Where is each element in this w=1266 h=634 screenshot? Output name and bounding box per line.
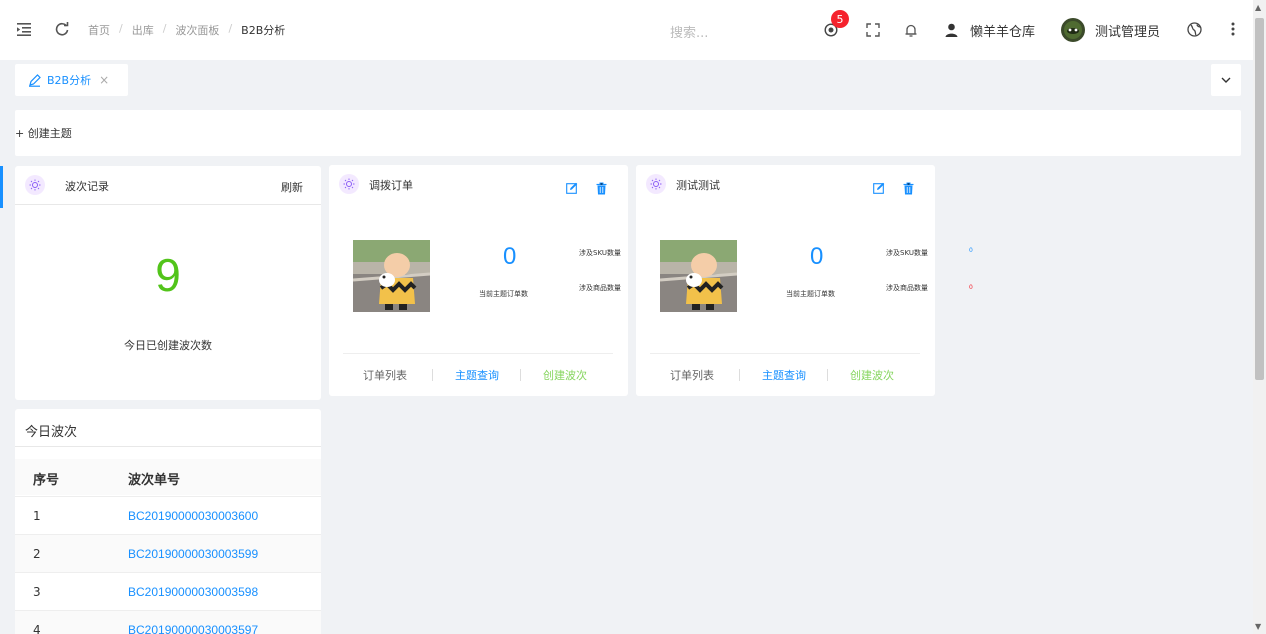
refresh-icon[interactable]	[53, 20, 71, 38]
table-row[interactable]: 2 BC20190000030003599	[15, 534, 321, 572]
tab-b2b-analysis[interactable]: B2B分析 ×	[15, 64, 128, 96]
today-waves-title: 今日波次	[25, 425, 78, 440]
warehouse-name[interactable]: 懒羊羊仓库	[970, 21, 1035, 40]
edit-pen-icon	[28, 73, 41, 87]
row-index: 1	[33, 509, 41, 523]
edit-icon[interactable]	[565, 181, 579, 195]
theme-card-transfer-order: 调拨订单 0 当前主题订单数 涉及SKU数量 涉及商品数量 订单列表 主题查询 …	[329, 165, 628, 396]
create-theme-button[interactable]: + 创建主题	[15, 125, 72, 141]
fullscreen-icon[interactable]	[864, 21, 882, 39]
lightbulb-icon	[25, 175, 45, 195]
divider	[15, 446, 321, 447]
divider	[343, 353, 613, 354]
breadcrumb-wave-panel[interactable]: 波次面板	[175, 22, 219, 38]
order-list-link[interactable]: 订单列表	[670, 367, 714, 383]
order-count-label: 当前主题订单数	[479, 290, 528, 298]
create-wave-link[interactable]: 创建波次	[850, 367, 894, 383]
tab-label: B2B分析	[47, 74, 92, 87]
more-vertical-icon[interactable]	[1225, 20, 1241, 38]
sku-count-label: 涉及SKU数量	[886, 249, 928, 257]
order-count: 0	[810, 243, 824, 270]
notification-badge: 5	[831, 10, 849, 28]
user-icon	[943, 21, 959, 39]
goods-count-value: 0	[969, 284, 973, 291]
tab-close-icon[interactable]: ×	[99, 73, 109, 87]
order-count: 0	[503, 243, 517, 270]
globe-icon[interactable]	[1185, 20, 1203, 38]
goods-count-label: 涉及商品数量	[886, 284, 928, 292]
user-name[interactable]: 测试管理员	[1095, 21, 1160, 40]
wave-code-link[interactable]: BC20190000030003598	[128, 585, 258, 599]
menu-fold-icon[interactable]	[15, 20, 33, 38]
sku-count-value: 0	[969, 247, 973, 254]
divider	[432, 369, 433, 381]
chevron-down-icon[interactable]	[1211, 64, 1241, 96]
wave-count: 9	[155, 249, 181, 301]
avatar[interactable]	[1061, 18, 1085, 42]
create-theme-bar: + 创建主题	[15, 110, 1241, 156]
divider	[15, 204, 321, 205]
order-count-label: 当前主题订单数	[786, 290, 835, 298]
theme-image	[353, 240, 430, 312]
table-row[interactable]: 4 BC20190000030003597	[15, 610, 321, 634]
lightbulb-icon	[646, 174, 666, 194]
search-input[interactable]: 搜索...	[670, 22, 708, 41]
delete-icon[interactable]	[901, 180, 915, 196]
lightbulb-icon	[339, 174, 359, 194]
column-header-index: 序号	[33, 473, 60, 488]
bell-icon[interactable]	[902, 21, 920, 39]
row-index: 4	[33, 623, 41, 634]
column-header-wave-code: 波次单号	[128, 473, 181, 488]
order-list-link[interactable]: 订单列表	[363, 367, 407, 383]
top-header: 首页 / 出库 / 波次面板 / B2B分析 搜索... 5 懒羊羊仓库 测试管理员	[0, 0, 1253, 60]
theme-query-link[interactable]: 主题查询	[455, 367, 499, 383]
breadcrumb-home[interactable]: 首页	[88, 22, 110, 38]
sku-count-label: 涉及SKU数量	[579, 249, 621, 257]
theme-image	[660, 240, 737, 312]
delete-icon[interactable]	[594, 180, 608, 196]
wave-record-title: 波次记录	[65, 180, 109, 193]
goods-count-label: 涉及商品数量	[579, 284, 621, 292]
refresh-button[interactable]: 刷新	[281, 179, 303, 195]
wave-record-card: 波次记录 刷新 9 今日已创建波次数	[0, 166, 321, 400]
active-indicator	[0, 166, 3, 208]
row-index: 2	[33, 547, 41, 561]
scroll-up-icon[interactable]: ▲	[1255, 3, 1261, 12]
tab-bar: B2B分析 ×	[0, 60, 1253, 102]
edit-icon[interactable]	[872, 181, 886, 195]
table-header: 序号 波次单号	[15, 459, 321, 495]
vertical-scrollbar[interactable]: ▲ ▼	[1253, 0, 1266, 634]
divider	[650, 353, 920, 354]
table-row[interactable]: 3 BC20190000030003598	[15, 572, 321, 610]
theme-query-link[interactable]: 主题查询	[762, 367, 806, 383]
divider	[739, 369, 740, 381]
theme-card-test: 测试测试 0 当前主题订单数 涉及SKU数量 涉及商品数量 订单列表 主题查询 …	[636, 165, 935, 396]
wave-code-link[interactable]: BC20190000030003600	[128, 509, 258, 523]
theme-title: 测试测试	[676, 179, 720, 192]
scrollbar-thumb[interactable]	[1255, 18, 1264, 380]
breadcrumb: 首页 / 出库 / 波次面板 / B2B分析	[88, 22, 286, 38]
scroll-down-icon[interactable]: ▼	[1255, 622, 1261, 631]
wave-count-caption: 今日已创建波次数	[124, 339, 212, 352]
today-waves-card: 今日波次 序号 波次单号 1 BC20190000030003600 2 BC2…	[15, 409, 321, 634]
table-row[interactable]: 1 BC20190000030003600	[15, 496, 321, 534]
divider	[520, 369, 521, 381]
wave-code-link[interactable]: BC20190000030003599	[128, 547, 258, 561]
divider	[827, 369, 828, 381]
wave-code-link[interactable]: BC20190000030003597	[128, 623, 258, 634]
theme-title: 调拨订单	[369, 179, 413, 192]
row-index: 3	[33, 585, 41, 599]
breadcrumb-current: B2B分析	[241, 24, 286, 37]
create-wave-link[interactable]: 创建波次	[543, 367, 587, 383]
breadcrumb-outbound[interactable]: 出库	[132, 22, 154, 38]
